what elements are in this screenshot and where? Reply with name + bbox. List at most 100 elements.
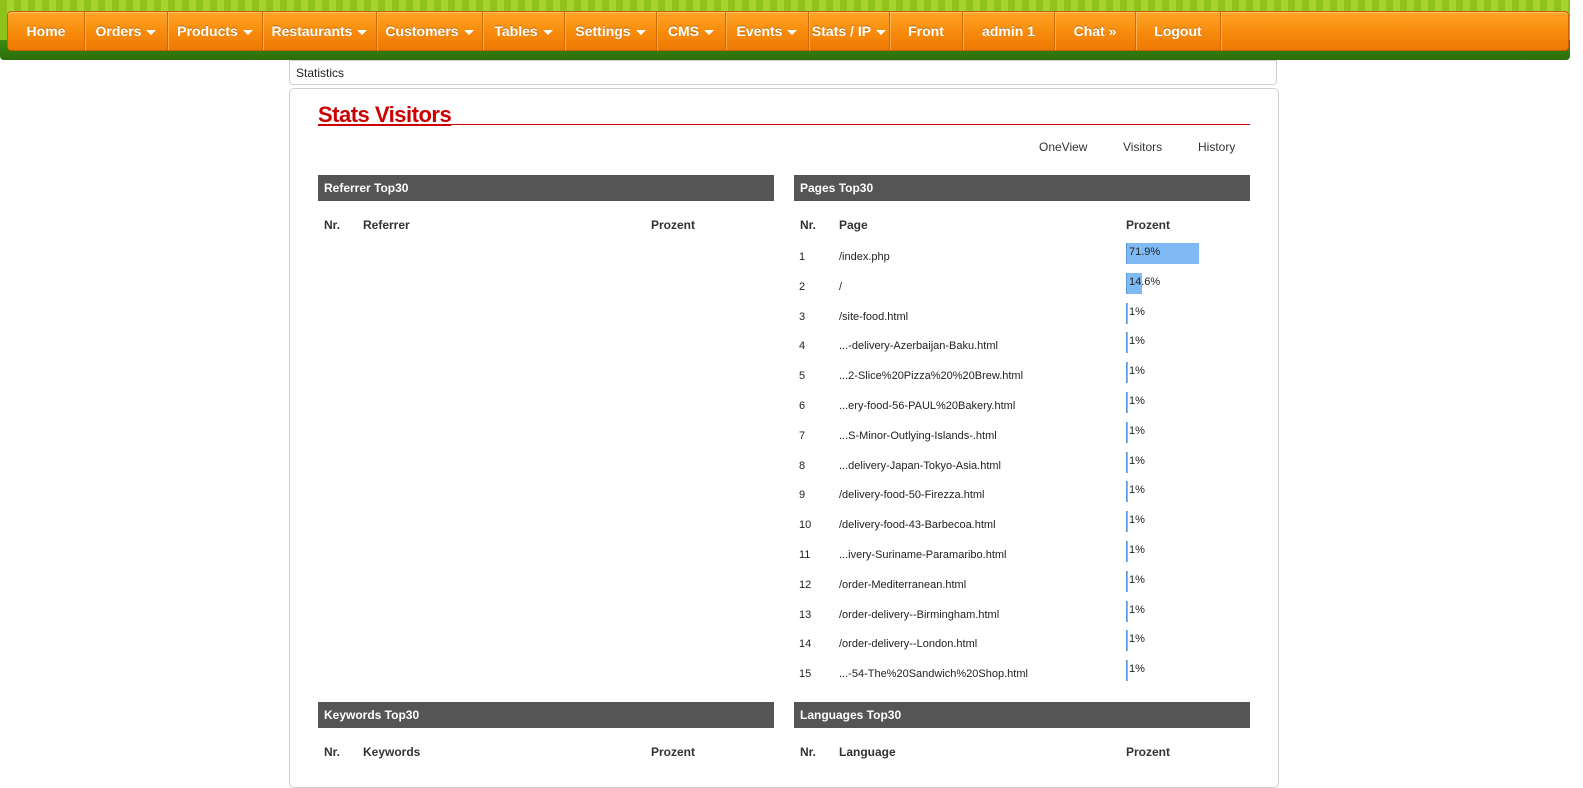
- referrer-col-prozent: Prozent: [651, 218, 696, 232]
- table-row: 7 ...S-Minor-Outlying-Islands-.html 1%: [799, 421, 1249, 452]
- subnav-visitors[interactable]: Visitors: [1123, 140, 1162, 154]
- table-row: 15 ...-54-The%20Sandwich%20Shop.html 1%: [799, 660, 1249, 690]
- percent-bar: [1126, 660, 1128, 682]
- percent-bar: [1126, 332, 1128, 354]
- row-percent: 1%: [1129, 335, 1145, 348]
- percent-bar: [1126, 302, 1128, 324]
- table-row: 11 ...ivery-Suriname-Paramaribo.html 1%: [799, 541, 1249, 571]
- row-nr: 2: [799, 280, 806, 293]
- percent-bar: [1126, 362, 1128, 384]
- languages-col-language: Language: [839, 745, 896, 759]
- row-percent: 1%: [1129, 305, 1145, 318]
- languages-section-header: Languages Top30: [794, 702, 1250, 728]
- percent-bar-container: 1%: [1126, 481, 1246, 503]
- nav-restaurants[interactable]: Restaurants: [263, 12, 377, 50]
- row-page: ...ivery-Suriname-Paramaribo.html: [839, 549, 1007, 561]
- table-row: 8 ...delivery-Japan-Tokyo-Asia.html 1%: [799, 451, 1249, 482]
- percent-bar-container: 1%: [1126, 511, 1246, 533]
- table-row: 14/order-delivery--London.html 1%: [799, 630, 1249, 660]
- nav-stats-ip-label: Stats / IP: [811, 23, 872, 39]
- row-percent: 1%: [1129, 365, 1145, 378]
- row-nr: 12: [799, 578, 812, 591]
- referrer-col-nr: Nr.: [324, 218, 341, 232]
- main-navbar: Home Orders Products Restaurants Custome…: [7, 11, 1569, 51]
- row-nr: 3: [799, 310, 806, 323]
- row-page: /delivery-food-50-Firezza.html: [839, 489, 985, 502]
- percent-bar-container: 1%: [1126, 332, 1246, 354]
- row-page: /delivery-food-43-Barbecoa.html: [839, 519, 996, 532]
- chevron-down-icon: [146, 30, 157, 35]
- nav-chat-label: Chat »: [1073, 23, 1117, 39]
- row-nr: 8: [799, 459, 806, 472]
- nav-orders[interactable]: Orders: [85, 12, 168, 50]
- subnav-oneview[interactable]: OneView: [1039, 140, 1087, 154]
- nav-restaurants-label: Restaurants: [271, 23, 353, 39]
- row-percent: 71.9%: [1129, 246, 1161, 258]
- referrer-col-referrer: Referrer: [363, 218, 410, 232]
- nav-admin-label: admin 1: [982, 23, 1035, 39]
- nav-products[interactable]: Products: [168, 12, 263, 50]
- row-page: /order-delivery--London.html: [839, 638, 978, 651]
- table-row: 3/site-food.html 1%: [799, 302, 1249, 333]
- table-row: 1/index.php 71.9%: [799, 243, 1249, 273]
- row-nr: 15: [799, 668, 812, 681]
- row-page: /index.php: [839, 251, 890, 263]
- nav-events[interactable]: Events: [726, 12, 809, 50]
- chevron-down-icon: [542, 30, 553, 35]
- table-row: 4 ...-delivery-Azerbaijan-Baku.html 1%: [799, 332, 1249, 362]
- table-row: 9/delivery-food-50-Firezza.html 1%: [799, 481, 1249, 511]
- row-percent: 1%: [1129, 395, 1145, 407]
- percent-bar-container: 1%: [1126, 392, 1246, 414]
- nav-settings-label: Settings: [575, 23, 631, 39]
- row-page: /order-delivery--Birmingham.html: [839, 608, 1000, 621]
- row-page: ...ery-food-56-PAUL%20Bakery.html: [839, 400, 1016, 412]
- nav-front[interactable]: Front: [890, 12, 963, 50]
- row-page: ...delivery-Japan-Tokyo-Asia.html: [839, 459, 1002, 472]
- chevron-down-icon: [635, 30, 646, 35]
- percent-bar-container: 1%: [1126, 302, 1246, 325]
- pages-section-header: Pages Top30: [794, 175, 1250, 201]
- subnav-history[interactable]: History: [1198, 140, 1235, 154]
- nav-chat[interactable]: Chat »: [1055, 12, 1136, 50]
- chevron-down-icon: [787, 30, 798, 35]
- nav-customers-label: Customers: [385, 23, 459, 39]
- percent-bar: [1126, 600, 1128, 622]
- row-nr: 7: [799, 429, 806, 442]
- nav-customers[interactable]: Customers: [377, 12, 483, 50]
- nav-home[interactable]: Home: [8, 12, 85, 50]
- row-nr: 13: [799, 608, 812, 621]
- languages-col-nr: Nr.: [800, 745, 817, 759]
- pages-col-nr: Nr.: [800, 218, 817, 232]
- percent-bar-container: 14.6%: [1126, 272, 1246, 295]
- row-percent: 1%: [1129, 454, 1145, 467]
- row-percent: 1%: [1129, 514, 1145, 527]
- chevron-down-icon: [876, 30, 887, 35]
- nav-events-label: Events: [736, 23, 783, 39]
- keywords-col-prozent: Prozent: [651, 745, 696, 759]
- row-nr: 9: [799, 489, 806, 502]
- percent-bar-container: 71.9%: [1126, 243, 1246, 265]
- page-title-text: Stats Visitors: [318, 102, 452, 127]
- percent-bar: [1126, 541, 1128, 562]
- percent-bar: [1126, 451, 1128, 473]
- row-percent: 1%: [1129, 573, 1145, 586]
- nav-admin[interactable]: admin 1: [963, 12, 1055, 50]
- table-row: 10/delivery-food-43-Barbecoa.html 1%: [799, 511, 1249, 541]
- nav-products-label: Products: [177, 23, 238, 39]
- nav-cms[interactable]: CMS: [657, 12, 726, 50]
- nav-stats-ip[interactable]: Stats / IP: [809, 12, 890, 50]
- row-page: ...-delivery-Azerbaijan-Baku.html: [839, 340, 998, 353]
- nav-settings[interactable]: Settings: [565, 12, 657, 50]
- percent-bar: [1126, 630, 1128, 652]
- keywords-section-header: Keywords Top30: [318, 702, 774, 728]
- row-nr: 6: [799, 400, 806, 412]
- row-nr: 11: [799, 549, 811, 561]
- row-nr: 4: [799, 340, 806, 353]
- referrer-section-header: Referrer Top30: [318, 175, 774, 201]
- row-nr: 1: [799, 251, 806, 263]
- nav-logout[interactable]: Logout: [1136, 12, 1221, 50]
- row-page: ...2-Slice%20Pizza%20%20Brew.html: [839, 370, 1024, 383]
- nav-tables[interactable]: Tables: [483, 12, 565, 50]
- percent-bar-container: 1%: [1126, 421, 1246, 444]
- row-percent: 1%: [1129, 663, 1145, 676]
